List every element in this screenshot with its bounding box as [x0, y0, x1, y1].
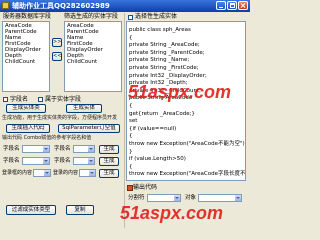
code-line: private String _ParentCode;	[129, 49, 205, 56]
sqlparameter-button[interactable]: SqlParameter订空值	[58, 124, 120, 133]
generate-entity-button[interactable]: 生成实体	[66, 104, 102, 113]
separator-combo[interactable]	[147, 194, 181, 202]
filter-entity-type-button[interactable]: 过滤成实体类型	[6, 205, 56, 215]
window-title: 辅助作业工具QQ282602989	[12, 2, 110, 10]
watermark: 51aspx.com	[120, 203, 224, 223]
entity-fields-label: 筛选生成的实体字段	[64, 13, 119, 20]
watermark: 51aspx.com	[128, 82, 232, 102]
output-hint: 输出代码 Combo赋值的参考字段名和值	[2, 135, 92, 141]
maximize-icon	[230, 3, 235, 8]
selective-generate-label: 选择性生成实体	[135, 13, 178, 20]
code-line: private String _FirstCode;	[129, 64, 199, 71]
entity-field-item[interactable]: ChildCount	[67, 59, 121, 65]
code-line: public class sph_Areas	[129, 27, 191, 33]
row3-combo1[interactable]	[33, 169, 51, 177]
row3-label1: 登录框的内容	[2, 169, 33, 176]
move-left-button[interactable]: <<	[52, 52, 62, 61]
chevron-down-icon	[174, 195, 180, 201]
app-window: 辅助作业工具QQ282602989 服务器数据库字段 筛选生成的实体字段 Are…	[0, 0, 250, 230]
row2-combo2[interactable]	[73, 157, 95, 165]
minimize-icon	[219, 7, 223, 8]
chevron-down-icon	[89, 170, 95, 176]
row1-combo1[interactable]	[22, 145, 50, 153]
object-label: 对象	[185, 194, 197, 201]
close-icon	[240, 3, 246, 8]
code-line: {	[129, 34, 133, 41]
entity-field-checkbox-label: 属于实体字段	[45, 95, 82, 103]
row2-label1: 字段名	[3, 157, 20, 164]
row2-label2: 字段名	[54, 157, 71, 164]
chevron-down-icon	[43, 146, 49, 152]
chevron-down-icon	[44, 170, 50, 176]
maximize-button[interactable]	[227, 1, 237, 10]
minimize-button[interactable]	[216, 1, 226, 10]
panel-divider	[124, 13, 125, 228]
code-line: private Int32 _DisplayOrder;	[129, 72, 207, 79]
generate-insert-button[interactable]: 生成插入代码	[6, 124, 50, 133]
field-name-checkbox[interactable]	[3, 97, 8, 102]
object-combo[interactable]	[198, 194, 242, 202]
code-line: get{return _AreaCode;}	[129, 110, 195, 117]
copy-button[interactable]: 复制	[66, 205, 94, 215]
separator-label: 分割符	[128, 194, 145, 201]
chevron-down-icon	[88, 146, 94, 152]
code-line: }	[129, 148, 133, 155]
code-line: set	[129, 118, 138, 125]
row1-generate-button[interactable]: 生成	[99, 144, 119, 154]
move-right-button[interactable]: >>	[52, 38, 62, 47]
row1-label2: 字段名	[54, 145, 71, 152]
generate-hint: 生成功能，用于生成实体类的字段，方便程序员开发	[2, 115, 118, 121]
generate-class-button[interactable]: 生成实体类	[6, 104, 46, 113]
chevron-down-icon	[88, 158, 94, 164]
code-line: {	[129, 133, 133, 140]
db-fields-list[interactable]: AreaCode ParentCode Name FirstCode DisplayOr…	[2, 21, 50, 92]
close-button[interactable]	[238, 1, 248, 10]
code-line: private String _AreaCode;	[129, 42, 200, 49]
code-line: {	[129, 102, 133, 109]
code-line: private String _Name;	[129, 57, 190, 64]
row3-generate-button[interactable]: 生成	[99, 168, 119, 178]
app-icon	[2, 2, 9, 9]
title-bar[interactable]: 辅助作业工具QQ282602989	[0, 0, 250, 12]
field-name-checkbox-label: 字段名	[10, 95, 29, 103]
output-group-label: 输出代码	[133, 183, 158, 191]
chevron-down-icon	[43, 158, 49, 164]
code-line: if (value.Length>50)	[129, 156, 186, 163]
chevron-down-icon	[235, 195, 241, 201]
db-field-item[interactable]: ChildCount	[5, 59, 49, 65]
code-line: throw new Exception("AreaCode字段长度不能超过50"…	[129, 171, 246, 178]
row1-combo2[interactable]	[73, 145, 95, 153]
row1-label1: 字段名	[3, 145, 20, 152]
db-fields-label: 服务器数据库字段	[3, 13, 52, 20]
code-line: {if (value==null)	[129, 125, 177, 132]
entity-fields-list[interactable]: AreaCode ParentCode Name FirstCode DisplayOr…	[64, 21, 122, 92]
row2-combo1[interactable]	[22, 157, 50, 165]
row3-label2: 登录的内容	[53, 169, 79, 176]
row2-generate-button[interactable]: 生成	[99, 156, 119, 166]
entity-field-checkbox[interactable]	[38, 97, 43, 102]
row3-combo2[interactable]	[79, 169, 96, 177]
selective-generate-checkbox[interactable]	[128, 14, 133, 20]
code-line: throw new Exception("AreaCode不能为空");	[129, 140, 246, 147]
